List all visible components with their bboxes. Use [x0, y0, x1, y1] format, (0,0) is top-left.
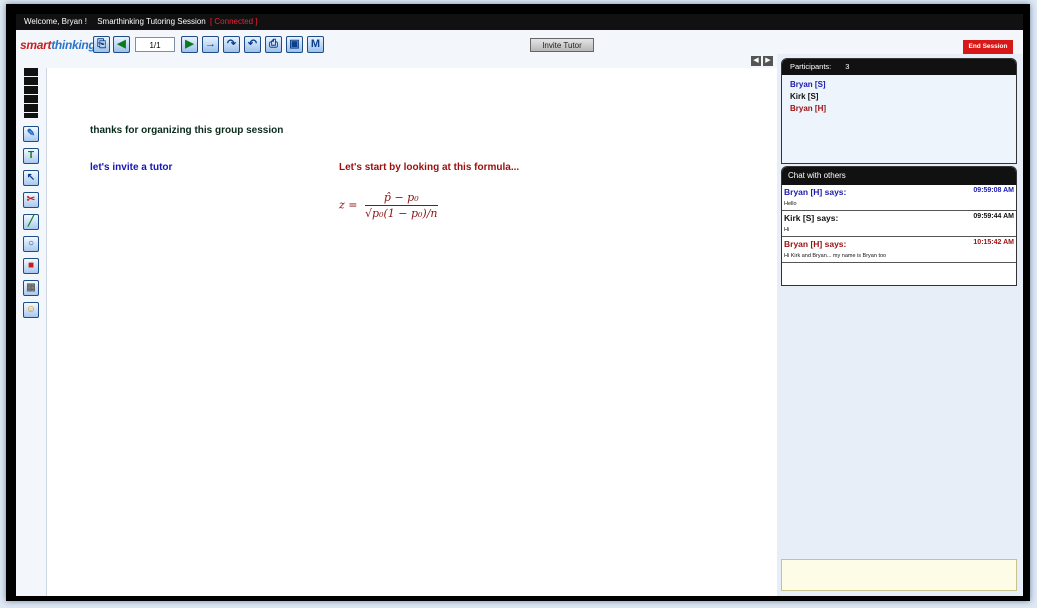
emoticon-tool-icon[interactable]: ☺ [23, 302, 39, 318]
line-width-picker[interactable] [24, 68, 38, 118]
canvas-scroll-buttons: ◀ ▶ [751, 56, 775, 66]
line-tool-icon[interactable]: ╱ [23, 214, 39, 230]
scroll-left-icon[interactable]: ◀ [751, 56, 761, 66]
connection-status: [ Connected ] [209, 17, 258, 26]
chat-message: Bryan [H] says: 10:15:42 AM Hi Kirk and … [782, 237, 1016, 263]
next-page-button[interactable]: ▶ [181, 36, 198, 53]
chat-panel: Chat with others Bryan [H] says: 09:59:0… [781, 166, 1017, 286]
paste-button[interactable]: ⎙ [265, 36, 282, 53]
copy-page-button[interactable]: ⎘ [93, 36, 110, 53]
session-title: Smarthinking Tutoring Session [97, 17, 206, 26]
app-window-frame: Welcome, Bryan ! Smarthinking Tutoring S… [6, 4, 1030, 601]
scroll-right-icon[interactable]: ▶ [763, 56, 773, 66]
eraser-tool-icon[interactable]: ✂ [23, 192, 39, 208]
chat-message: Bryan [H] says: 09:59:08 AM Hello [782, 185, 1016, 211]
canvas-note: let's invite a tutor [90, 162, 173, 173]
undo-button[interactable]: ↶ [244, 36, 261, 53]
participant-item[interactable]: Bryan [S] [790, 79, 1008, 91]
smarthinking-logo: smartthinking [20, 38, 96, 52]
chat-message: Kirk [S] says: 09:59:44 AM Hi [782, 211, 1016, 237]
welcome-text: Welcome, Bryan ! [24, 17, 87, 26]
invite-tutor-button[interactable]: Invite Tutor [530, 38, 594, 52]
z-score-formula: z = p̂ − p₀ √p₀(1 − p₀)/n [339, 191, 438, 220]
forward-arrow-button[interactable]: → [202, 36, 219, 53]
chat-input[interactable] [781, 559, 1017, 591]
participants-list: Bryan [S] Kirk [S] Bryan [H] [782, 75, 1016, 119]
previous-page-button[interactable]: ◀ [113, 36, 130, 53]
math-editor-button[interactable]: M [307, 36, 324, 53]
canvas-note: thanks for organizing this group session [90, 125, 284, 136]
whiteboard-canvas[interactable]: thanks for organizing this group session… [47, 68, 777, 596]
participant-item[interactable]: Kirk [S] [790, 91, 1008, 103]
participant-item[interactable]: Bryan [H] [790, 103, 1008, 115]
end-session-button[interactable]: End Session [963, 40, 1013, 54]
grid-tool-icon[interactable]: ▦ [23, 280, 39, 296]
participants-header: Participants: 3 [782, 59, 1016, 75]
drawing-toolbar: ✎ T ↖ ✂ ╱ ○ ■ ▦ ☺ [16, 68, 47, 596]
right-panel: Participants: 3 Bryan [S] Kirk [S] Bryan … [777, 54, 1023, 596]
page-indicator: 1/1 [135, 37, 175, 52]
fill-color-icon[interactable]: ■ [23, 258, 39, 274]
participants-panel: Participants: 3 Bryan [S] Kirk [S] Bryan … [781, 58, 1017, 164]
pointer-tool-icon[interactable]: ↖ [23, 170, 39, 186]
circle-tool-icon[interactable]: ○ [23, 236, 39, 252]
app-window: Welcome, Bryan ! Smarthinking Tutoring S… [16, 14, 1023, 596]
redo-button[interactable]: ↷ [223, 36, 240, 53]
chat-header: Chat with others [782, 167, 1016, 185]
pencil-tool-icon[interactable]: ✎ [23, 126, 39, 142]
text-tool-icon[interactable]: T [23, 148, 39, 164]
save-button[interactable]: ▣ [286, 36, 303, 53]
canvas-note: Let's start by looking at this formula..… [339, 162, 520, 173]
status-bar: Welcome, Bryan ! Smarthinking Tutoring S… [16, 14, 1023, 30]
